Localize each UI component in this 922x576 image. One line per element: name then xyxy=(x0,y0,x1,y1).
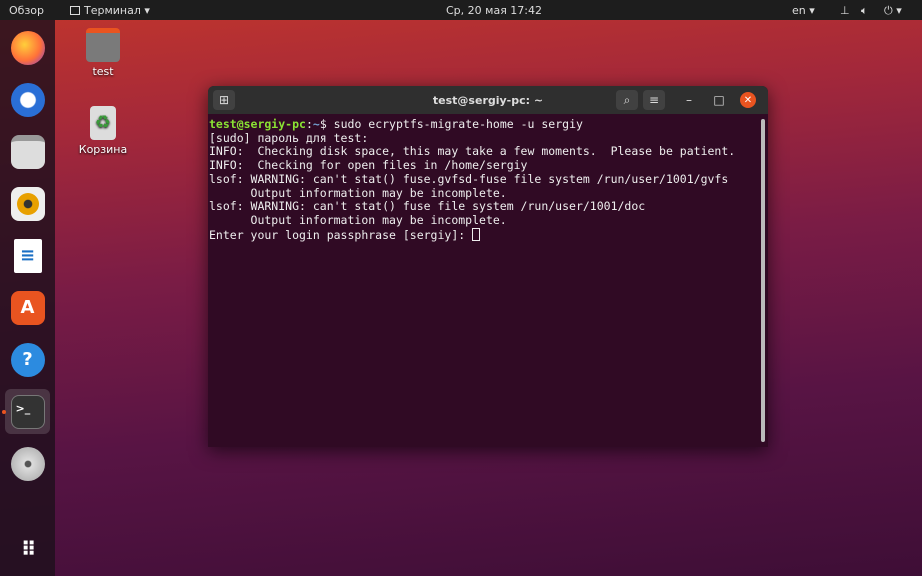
show-applications-button[interactable]: ⠿ xyxy=(5,526,50,571)
close-button[interactable]: ✕ xyxy=(740,92,756,108)
command-line: test@sergiy-pc:~$ sudo ecryptfs-migrate-… xyxy=(209,117,767,132)
files-icon xyxy=(10,134,45,169)
passphrase-label: Enter your login passphrase [sergiy]: xyxy=(209,227,473,242)
title-bar[interactable]: ⊞ test@sergiy-pc: ~ ⌕ ≡ – □ ✕ xyxy=(208,86,768,114)
dock-disc[interactable] xyxy=(5,441,50,486)
prompt-user: test@sergiy-pc xyxy=(209,117,306,131)
home-folder-icon xyxy=(86,28,120,62)
output-line: lsof: WARNING: can't stat() fuse file sy… xyxy=(209,199,646,214)
rhythmbox-icon xyxy=(10,186,45,221)
command-text: sudo ecryptfs-migrate-home -u sergiy xyxy=(333,117,583,131)
desktop-icon-label: test xyxy=(92,65,114,78)
menu-button[interactable]: ≡ xyxy=(643,90,665,110)
text-cursor xyxy=(472,227,481,241)
apps-grid-icon: ⠿ xyxy=(20,536,37,561)
clock[interactable]: Ср, 20 мая 17:42 xyxy=(446,4,542,17)
desktop-icon-label: Корзина xyxy=(78,143,128,156)
output-line: Output information may be incomplete. xyxy=(209,185,507,200)
passphrase-prompt[interactable]: Enter your login passphrase [sergiy]: xyxy=(209,227,767,243)
language-menu[interactable]: en ▾ xyxy=(792,4,815,17)
output-line: Output information may be incomplete. xyxy=(209,212,507,227)
dock-thunderbird[interactable] xyxy=(5,77,50,122)
dock-files[interactable] xyxy=(5,129,50,174)
maximize-button[interactable]: □ xyxy=(708,90,730,110)
output-line: lsof: WARNING: can't stat() fuse.gvfsd-f… xyxy=(209,171,729,186)
network-icon[interactable]: ⊥ xyxy=(840,4,850,17)
terminal-icon xyxy=(70,6,80,15)
writer-icon: ≡ xyxy=(13,238,42,273)
desktop-icon-test[interactable]: test xyxy=(68,28,138,78)
prompt-path: ~ xyxy=(312,117,320,131)
overview-button[interactable]: Обзор xyxy=(9,4,44,17)
running-indicator xyxy=(2,410,6,414)
dock-software[interactable]: A xyxy=(5,285,50,330)
dock-firefox[interactable] xyxy=(5,25,50,70)
dock-rhythmbox[interactable] xyxy=(5,181,50,226)
top-bar: Обзор Терминал ▾ Ср, 20 мая 17:42 en ▾ ⊥… xyxy=(0,0,922,20)
disc-icon xyxy=(10,446,45,481)
power-icon[interactable]: ⏻ ▾ xyxy=(884,4,902,18)
dock-writer[interactable]: ≡ xyxy=(5,233,50,278)
firefox-icon xyxy=(10,30,45,65)
prompt-sep: : xyxy=(305,117,313,131)
app-menu-label: Терминал xyxy=(84,4,141,17)
terminal-icon: >_ xyxy=(10,394,45,429)
dock-terminal[interactable]: >_ xyxy=(5,389,50,434)
desktop-icon-trash[interactable]: ♻ Корзина xyxy=(68,106,138,156)
terminal-window: ⊞ test@sergiy-pc: ~ ⌕ ≡ – □ ✕ test@sergi… xyxy=(208,86,768,447)
scrollbar[interactable] xyxy=(761,119,765,442)
thunderbird-icon xyxy=(10,82,45,117)
terminal-output[interactable]: test@sergiy-pc:~$ sudo ecryptfs-migrate-… xyxy=(208,114,768,246)
dock: ≡ A ? >_ ⠿ xyxy=(0,20,55,576)
lang-label: en xyxy=(792,4,806,17)
output-line: INFO: Checking disk space, this may take… xyxy=(209,144,736,159)
software-icon: A xyxy=(10,290,45,325)
minimize-button[interactable]: – xyxy=(678,90,700,110)
trash-icon: ♻ xyxy=(90,106,116,140)
app-menu[interactable]: Терминал ▾ xyxy=(70,4,150,17)
output-line: [sudo] пароль для test: xyxy=(209,130,369,145)
volume-icon[interactable]: 🔈︎ xyxy=(861,4,868,18)
search-button[interactable]: ⌕ xyxy=(616,90,638,110)
output-line: INFO: Checking for open files in /home/s… xyxy=(209,158,528,173)
dock-help[interactable]: ? xyxy=(5,337,50,382)
prompt-sign: $ xyxy=(319,117,334,131)
help-icon: ? xyxy=(10,342,45,377)
